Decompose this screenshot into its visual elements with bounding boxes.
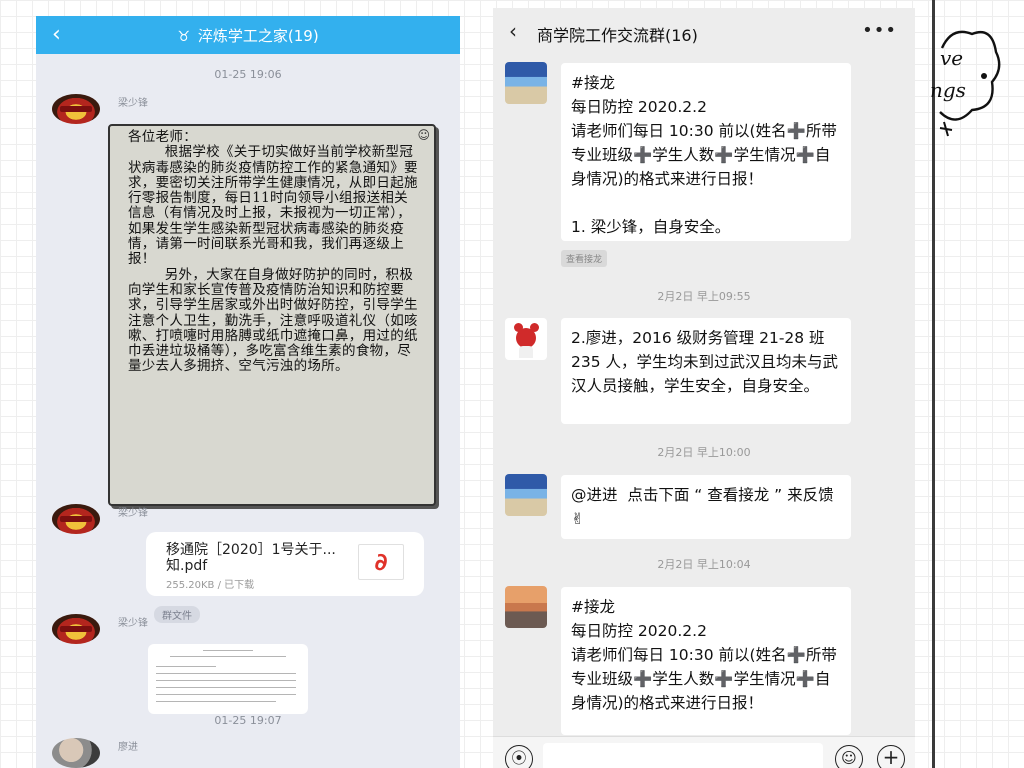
- qq-chat-panel: ‹ ♉ 淬炼学工之家(19) 01-25 19:06 梁少锋 ☺ 各位老师： 根据…: [36, 16, 460, 768]
- doodle-text: ngs: [930, 78, 966, 102]
- avatar[interactable]: [505, 62, 547, 104]
- emoji-icon[interactable]: ☺: [835, 745, 863, 768]
- avatar[interactable]: [52, 94, 100, 124]
- input-bar: ⦿ ☺ +: [493, 736, 915, 768]
- qq-chat-title-text: 淬炼学工之家(19): [197, 27, 319, 45]
- file-name: 移通院［2020］1号关于...知.pdf: [166, 542, 336, 574]
- doodle-text: ve: [940, 46, 964, 70]
- sender-name: 梁少锋: [118, 98, 148, 109]
- avatar[interactable]: [52, 504, 100, 534]
- notice-message-bubble[interactable]: ☺ 各位老师： 根据学校《关于切实做好当前学校新型冠状病毒感染的肺炎疫情防控工作…: [108, 124, 436, 506]
- timestamp: 2月2日 早上09:55: [657, 290, 751, 303]
- message-bubble[interactable]: 2.廖进，2016 级财务管理 21-28 班 235 人，学生均未到过武汉且均…: [561, 318, 851, 424]
- wechat-chat-header: ‹ 商学院工作交流群(16) •••: [493, 8, 915, 56]
- avatar[interactable]: [505, 586, 547, 628]
- cloud-doodle: ve ngs: [922, 18, 1002, 148]
- view-chain-tag[interactable]: 查看接龙: [561, 250, 608, 267]
- message-bubble[interactable]: @进进 点击下面 “ 查看接龙 ” 来反馈✌: [561, 475, 851, 539]
- group-file-tag[interactable]: 群文件: [154, 606, 200, 623]
- message-text: 各位老师： 根据学校《关于切实做好当前学校新型冠状病毒感染的肺炎疫情防控工作的紧…: [128, 129, 418, 375]
- file-message-card[interactable]: 移通院［2020］1号关于...知.pdf 255.20KB / 已下载 ∂: [146, 532, 424, 596]
- more-options-icon[interactable]: •••: [862, 20, 897, 41]
- timestamp: 01-25 19:06: [214, 68, 282, 81]
- wechat-chat-panel: ‹ 商学院工作交流群(16) ••• #接龙 每日防控 2020.2.2 请老师…: [493, 8, 915, 768]
- sender-name: 廖进: [118, 742, 138, 753]
- wechat-chat-title: 商学院工作交流群(16): [537, 26, 698, 45]
- message-bubble[interactable]: #接龙 每日防控 2020.2.2 请老师们每日 10:30 前以(姓名➕所带专…: [561, 587, 851, 735]
- timestamp: 2月2日 早上10:00: [657, 446, 751, 459]
- document-image-thumbnail[interactable]: [148, 644, 308, 714]
- plus-icon[interactable]: +: [877, 745, 905, 768]
- pdf-icon: ∂: [358, 544, 404, 580]
- back-arrow-icon[interactable]: ‹: [509, 19, 517, 43]
- sender-name: 梁少锋: [118, 618, 148, 629]
- group-link-icon: ♉: [177, 29, 190, 45]
- avatar[interactable]: [52, 614, 100, 644]
- timestamp: 2月2日 早上10:04: [657, 558, 751, 571]
- smiley-icon: ☺: [417, 128, 430, 142]
- avatar[interactable]: [52, 738, 100, 768]
- avatar[interactable]: [505, 318, 547, 360]
- timestamp: 01-25 19:07: [214, 714, 282, 727]
- voice-icon[interactable]: ⦿: [505, 745, 533, 768]
- qq-chat-header: ‹ ♉ 淬炼学工之家(19): [36, 16, 460, 54]
- qq-chat-title: ♉ 淬炼学工之家(19): [36, 25, 460, 46]
- message-input[interactable]: [543, 743, 823, 768]
- sender-name: 梁少锋: [118, 508, 148, 519]
- avatar[interactable]: [505, 474, 547, 516]
- message-bubble[interactable]: #接龙 每日防控 2020.2.2 请老师们每日 10:30 前以(姓名➕所带专…: [561, 63, 851, 241]
- file-meta: 255.20KB / 已下载: [166, 580, 255, 591]
